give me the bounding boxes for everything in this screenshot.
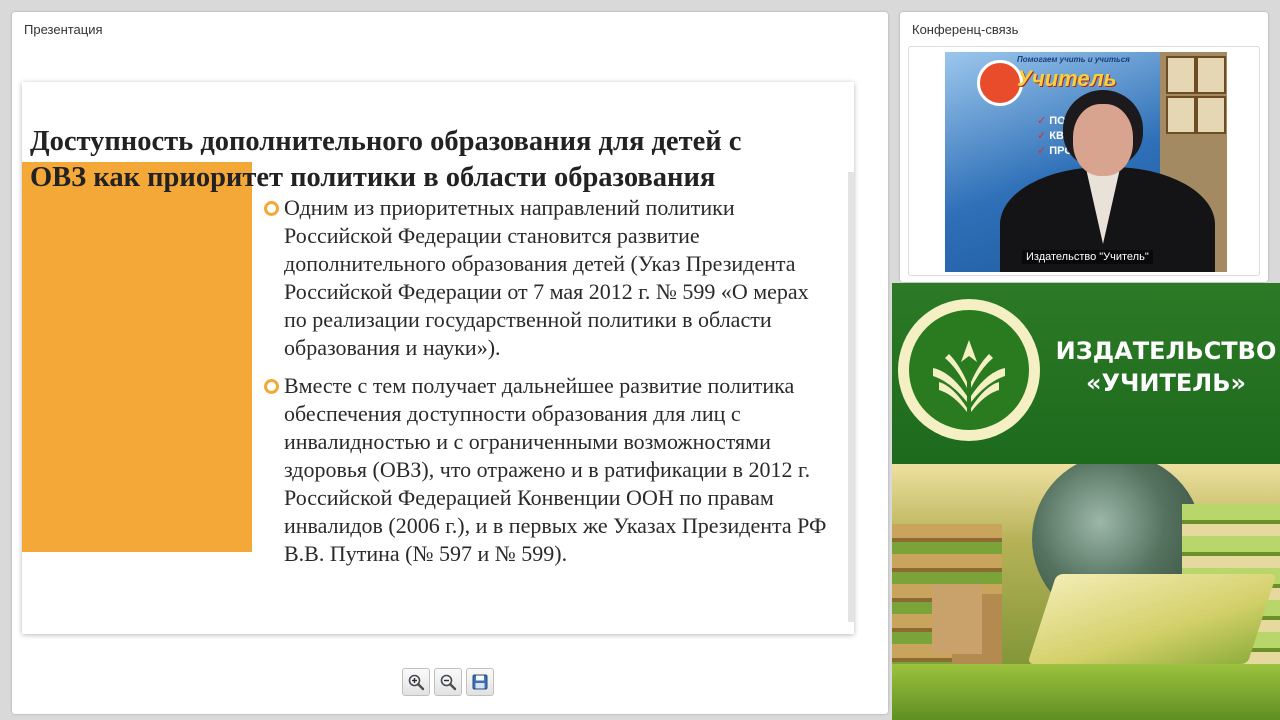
wood-blocks [932, 584, 982, 654]
save-button[interactable] [466, 668, 494, 696]
wall-frame [1166, 96, 1196, 134]
presentation-panel-title: Презентация [24, 22, 103, 37]
book-fan-icon [933, 340, 1005, 412]
save-icon [472, 674, 488, 690]
books-globe-image [892, 464, 1280, 720]
conference-panel: Конференц-связь Помогаем учить и учиться… [900, 12, 1268, 282]
bullet-circle-icon [264, 379, 279, 394]
wall-frame [1196, 56, 1226, 94]
poster-name: Учитель [1017, 66, 1117, 91]
slide-accent-block [22, 162, 252, 552]
open-book-shape [1027, 574, 1277, 664]
zoom-out-button[interactable] [434, 668, 462, 696]
bullet-circle-icon [264, 201, 279, 216]
webcam-video[interactable]: Помогаем учить и учиться Учитель ✓ ПОВЫШ… [945, 52, 1227, 272]
slide-title: Доступность дополнительного образования … [30, 126, 742, 193]
zoom-out-icon [440, 674, 457, 691]
wall-frame [1166, 56, 1196, 94]
publisher-name: ИЗДАТЕЛЬСТВО «УЧИТЕЛЬ» [1052, 335, 1280, 399]
zoom-in-icon [408, 674, 425, 691]
slide-bullet-text: Одним из приоритетных направлений полити… [284, 195, 809, 360]
video-container: Помогаем учить и учиться Учитель ✓ ПОВЫШ… [908, 46, 1260, 276]
zoom-in-button[interactable] [402, 668, 430, 696]
poster-tagline: Помогаем учить и учиться [1017, 55, 1130, 64]
slide-bullet: Вместе с тем получает дальнейшее развити… [264, 372, 834, 568]
slide-scrollbar[interactable] [848, 172, 854, 622]
speaker-face [1073, 104, 1133, 176]
conference-panel-title: Конференц-связь [912, 22, 1019, 37]
publisher-name-line1: ИЗДАТЕЛЬСТВО [1055, 337, 1277, 365]
foreground-green [892, 664, 1280, 720]
publisher-logo-inner [909, 310, 1029, 430]
publisher-name-line2: «УЧИТЕЛЬ» [1086, 369, 1246, 397]
presentation-panel: Презентация Доступность дополнительного … [12, 12, 888, 714]
slide-bullet-text: Вместе с тем получает дальнейшее развити… [284, 373, 827, 566]
publisher-banner: ИЗДАТЕЛЬСТВО «УЧИТЕЛЬ» [892, 283, 1280, 464]
wall-frame [1196, 96, 1226, 134]
video-caption: Издательство "Учитель" [1022, 250, 1153, 264]
presentation-slide: Доступность дополнительного образования … [22, 82, 854, 634]
publisher-logo-icon [898, 299, 1040, 441]
presentation-toolbar [402, 668, 494, 698]
slide-bullet: Одним из приоритетных направлений полити… [264, 194, 834, 362]
